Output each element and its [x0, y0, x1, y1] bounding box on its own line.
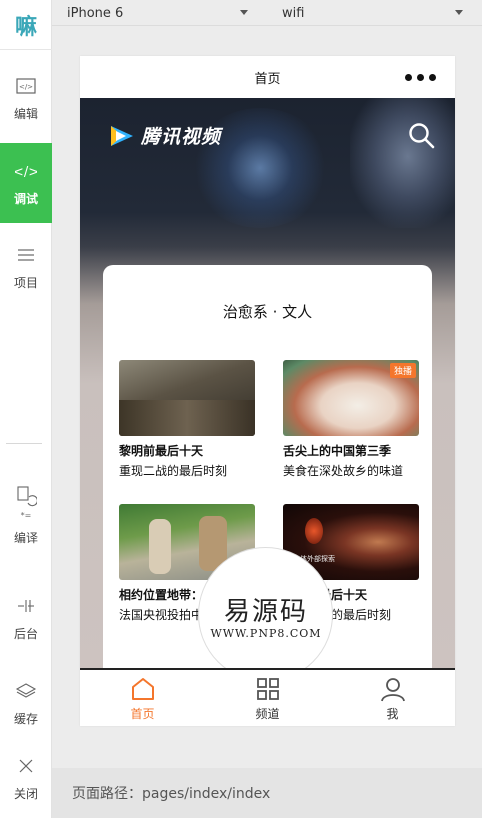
- code-icon: </>: [15, 160, 37, 182]
- sidebar-item-label: 后台: [13, 626, 38, 641]
- tab-label: 频道: [255, 706, 280, 721]
- video-title: 舌尖上的中国第三季: [283, 444, 392, 458]
- video-item[interactable]: 黎明前最后十天 重现二战的最后时刻: [119, 360, 255, 479]
- sidebar-item-debug[interactable]: </> 调试: [0, 143, 52, 223]
- layers-icon: [15, 680, 37, 702]
- banner-character: [350, 98, 455, 228]
- chevron-down-icon[interactable]: [455, 10, 463, 15]
- brand-logo[interactable]: 腾讯视频: [107, 122, 221, 149]
- tab-bar: 首页 频道 我: [80, 668, 455, 726]
- svg-text:*=: *=: [21, 511, 32, 520]
- play-logo-icon: [111, 125, 133, 146]
- sidebar-item-label: 编译: [13, 530, 38, 545]
- tab-label: 首页: [130, 706, 155, 721]
- chevron-down-icon[interactable]: [240, 10, 248, 15]
- hero-banner: 腾讯视频 治愈系 · 文人 黎明前最后十天 重现二战的最后时刻 独播 舌尖上的中…: [80, 98, 455, 685]
- network-select-value: wifi: [282, 5, 305, 21]
- page-title: 首页: [254, 71, 281, 87]
- video-item[interactable]: 独播 舌尖上的中国第三季 美食在深处故乡的味道: [283, 360, 419, 479]
- app-logo: 嘛: [0, 0, 52, 50]
- phone-simulator: 首页 腾讯视频 治愈系 · 文人 黎明前最后十天 重现二战的最后时刻 独播 舌尖…: [80, 56, 455, 726]
- sidebar-item-label: 缓存: [13, 711, 38, 726]
- tab-label: 我: [386, 706, 399, 721]
- sidebar-divider: [6, 443, 42, 444]
- svg-text:</>: </>: [19, 83, 33, 91]
- sidebar-item-label: 编辑: [13, 106, 38, 121]
- sidebar: 嘛 </> 编辑 </> 调试 项目 *= 编译 后台 缓存 关闭: [0, 0, 52, 818]
- page-path: 页面路径：pages/index/index: [72, 786, 271, 802]
- grid-icon: [255, 675, 281, 703]
- sidebar-item-label: 调试: [13, 191, 38, 206]
- watermark-text: 易源码: [223, 597, 308, 627]
- sidebar-item-project[interactable]: 项目: [0, 227, 52, 307]
- tab-home[interactable]: 首页: [80, 670, 205, 726]
- video-thumbnail[interactable]: [119, 360, 255, 436]
- brand-name: 腾讯视频: [141, 126, 222, 148]
- code-window-icon: </>: [16, 75, 36, 97]
- page-path-bar: 页面路径：pages/index/index: [52, 768, 482, 818]
- device-toolbar: iPhone 6 wifi: [52, 0, 482, 26]
- sidebar-item-compile[interactable]: *= 编译: [0, 470, 52, 560]
- watermark-url: WWW.PNP8.COM: [210, 627, 322, 640]
- sidebar-item-label: 关闭: [13, 786, 38, 801]
- close-icon: [18, 755, 34, 777]
- sidebar-item-backend[interactable]: 后台: [0, 578, 52, 658]
- video-card: 治愈系 · 文人 黎明前最后十天 重现二战的最后时刻 独播 舌尖上的中国第三季 …: [103, 265, 432, 685]
- mini-program-navbar: 首页: [80, 56, 455, 98]
- video-title: 黎明前最后十天: [119, 444, 204, 458]
- user-icon: [380, 675, 406, 703]
- split-icon: [16, 595, 36, 617]
- compile-icon: *=: [15, 485, 37, 521]
- status-badge: 独播: [389, 363, 416, 378]
- menu-icon: [17, 244, 35, 266]
- sidebar-item-label: 项目: [13, 275, 38, 290]
- device-select[interactable]: iPhone 6: [67, 0, 252, 26]
- tab-channels[interactable]: 频道: [205, 670, 330, 726]
- sidebar-item-edit[interactable]: </> 编辑: [0, 58, 52, 138]
- sidebar-item-cache[interactable]: 缓存: [0, 663, 52, 743]
- device-select-value: iPhone 6: [67, 5, 124, 21]
- video-description: 重现二战的最后时刻: [119, 464, 228, 478]
- network-select[interactable]: wifi: [282, 0, 462, 26]
- more-icon[interactable]: [405, 74, 436, 81]
- tab-me[interactable]: 我: [330, 670, 455, 726]
- home-icon: [130, 675, 156, 703]
- svg-text:</>: </>: [15, 165, 37, 178]
- section-title: 治愈系 · 文人: [222, 303, 313, 321]
- video-description: 美食在深处故乡的味道: [283, 464, 404, 478]
- search-icon[interactable]: [408, 122, 436, 154]
- video-thumbnail[interactable]: 独播: [283, 360, 419, 436]
- sidebar-item-close[interactable]: 关闭: [0, 738, 52, 818]
